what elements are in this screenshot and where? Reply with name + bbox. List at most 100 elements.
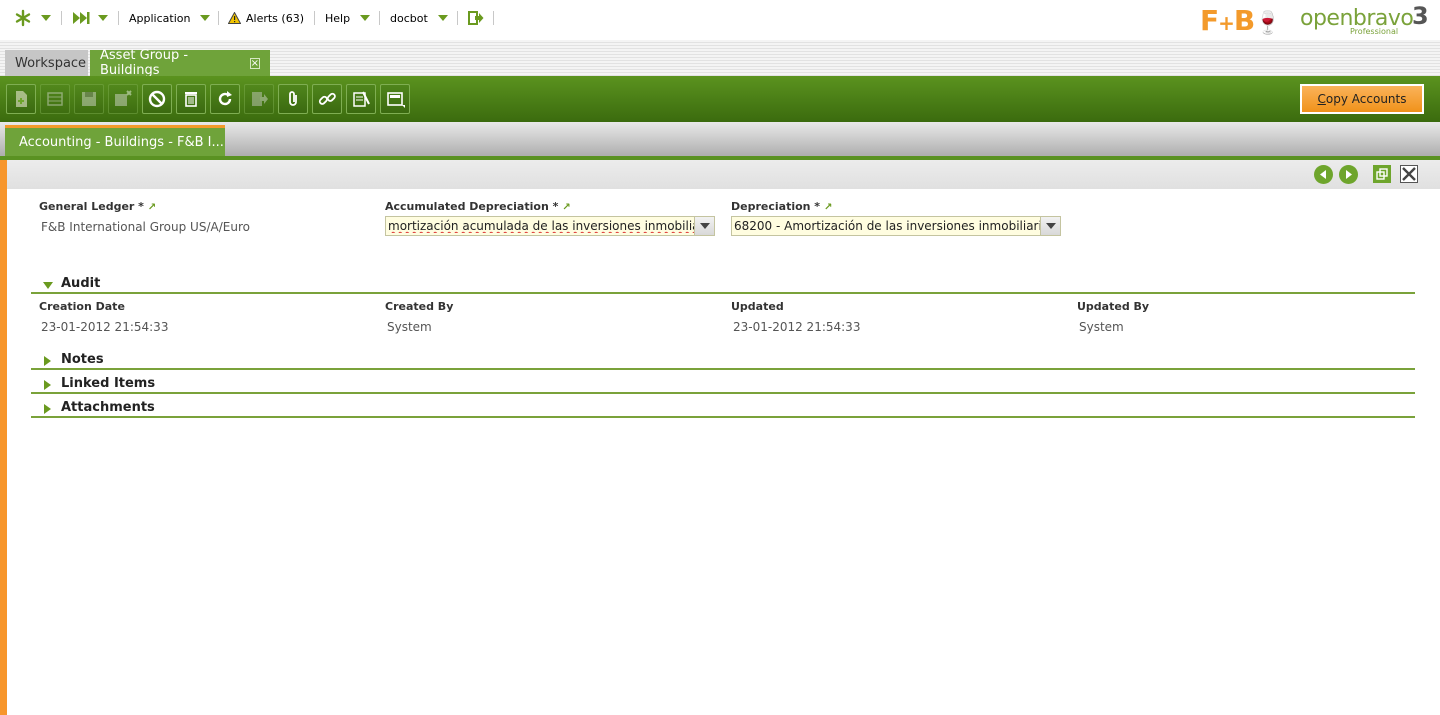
linked-items-section-header[interactable]: Linked Items <box>31 370 1415 394</box>
linked-items-section-title: Linked Items <box>61 376 156 391</box>
refresh-icon <box>218 91 232 106</box>
save-close-icon <box>115 90 132 106</box>
accumulated-depreciation-combo[interactable]: mortización acumulada de las inversiones… <box>385 216 715 236</box>
expanded-triangle-icon <box>43 282 53 289</box>
attachments-section-header[interactable]: Attachments <box>31 394 1415 418</box>
dropdown-button[interactable] <box>1040 217 1060 235</box>
audit-section-title: Audit <box>61 276 101 291</box>
attachments-section-title: Attachments <box>61 400 155 415</box>
updated-by-value: System <box>1079 320 1124 334</box>
depreciation-label: Depreciation * ↗ <box>731 200 832 213</box>
arrow-right-icon <box>1346 170 1352 179</box>
new-icon <box>16 91 27 107</box>
grid-view-button[interactable] <box>40 84 70 114</box>
maximize-icon <box>1376 168 1388 180</box>
chevron-down-icon <box>699 223 710 229</box>
link-arrow-icon[interactable]: ↗ <box>562 202 570 213</box>
close-form-button[interactable] <box>1400 165 1418 183</box>
new-record-button[interactable] <box>6 84 36 114</box>
quick-launch-icon[interactable] <box>14 0 32 36</box>
delete-icon <box>185 92 197 107</box>
refresh-button[interactable] <box>210 84 240 114</box>
link-icon <box>318 92 336 105</box>
collapsed-triangle-icon <box>44 380 51 390</box>
save-icon <box>82 92 96 106</box>
divider <box>457 11 458 25</box>
audit-section-header[interactable]: Audit <box>31 270 1415 294</box>
arrow-left-icon <box>1320 170 1326 179</box>
help-menu-label: Help <box>325 11 351 25</box>
close-icon[interactable]: × <box>249 57 260 69</box>
tab-accounting-buildings[interactable]: Accounting - Buildings - F&B I... <box>5 125 225 156</box>
tab-workspace-label: Workspace <box>15 55 87 71</box>
previous-record-button[interactable] <box>1314 165 1333 184</box>
warning-icon <box>228 12 241 24</box>
divider <box>493 11 494 25</box>
form-status-bar <box>7 160 1440 189</box>
alerts-label: Alerts (63) <box>246 11 304 25</box>
divider <box>61 11 62 25</box>
updated-value: 23-01-2012 21:54:33 <box>733 320 861 334</box>
undo-button[interactable] <box>142 84 172 114</box>
link-button[interactable] <box>312 84 342 114</box>
tab-workspace[interactable]: Workspace <box>5 50 88 76</box>
audit-icon <box>353 91 370 107</box>
depreciation-combo[interactable]: 68200 - Amortización de las inversiones … <box>731 216 1061 236</box>
quick-launch-dropdown[interactable] <box>41 0 51 36</box>
created-by-label: Created By <box>385 300 454 313</box>
next-record-button[interactable] <box>1339 165 1358 184</box>
help-menu[interactable]: Help <box>325 0 371 36</box>
logout-icon[interactable] <box>468 0 484 36</box>
dropdown-button[interactable] <box>694 217 714 235</box>
link-arrow-icon[interactable]: ↗ <box>824 202 832 213</box>
view-icon <box>387 92 405 108</box>
maximize-button[interactable] <box>1373 165 1391 183</box>
notes-section-title: Notes <box>61 352 104 367</box>
accumulated-depreciation-label: Accumulated Depreciation * ↗ <box>385 200 571 213</box>
accumulated-depreciation-label-text: Accumulated Depreciation * <box>385 200 559 213</box>
notes-section-header[interactable]: Notes <box>31 346 1415 370</box>
client-logo: F+B🍷 <box>1200 4 1282 37</box>
main-tab-bar: Workspace Asset Group - Buildings × <box>0 40 1440 78</box>
divider <box>118 11 119 25</box>
application-menu[interactable]: Application <box>129 0 211 36</box>
accumulated-depreciation-input[interactable]: mortización acumulada de las inversiones… <box>386 219 694 233</box>
created-by-value: System <box>387 320 432 334</box>
chevron-down-icon <box>360 15 371 21</box>
tab-accounting-label: Accounting - Buildings - F&B I... <box>19 134 224 150</box>
sub-tab-bar: Accounting - Buildings - F&B I... <box>0 122 1440 160</box>
toolbar: Copy Accounts <box>0 76 1440 122</box>
delete-button[interactable] <box>176 84 206 114</box>
recent-views-icon[interactable] <box>72 0 90 36</box>
openbravo-logo: openbravo Professional 3 <box>1300 2 1429 36</box>
collapsed-triangle-icon <box>44 356 51 366</box>
tab-asset-group-buildings[interactable]: Asset Group - Buildings × <box>90 48 270 78</box>
alerts-link[interactable]: Alerts (63) <box>228 0 304 36</box>
general-ledger-value: F&B International Group US/A/Euro <box>41 220 250 234</box>
audit-trail-button[interactable] <box>346 84 376 114</box>
updated-label: Updated <box>731 300 784 313</box>
save-close-button[interactable] <box>108 84 138 114</box>
chevron-down-icon <box>437 15 448 21</box>
link-arrow-icon[interactable]: ↗ <box>148 202 156 213</box>
recent-views-dropdown[interactable] <box>98 0 108 36</box>
save-button[interactable] <box>74 84 104 114</box>
copy-accounts-button[interactable]: Copy Accounts <box>1300 84 1424 114</box>
depreciation-input[interactable]: 68200 - Amortización de las inversiones … <box>732 219 1040 233</box>
application-menu-label: Application <box>129 11 191 25</box>
general-ledger-label-text: General Ledger * <box>39 200 144 213</box>
updated-by-label: Updated By <box>1077 300 1150 313</box>
top-navigation-bar: Application Alerts (63) Help docbot F+B🍷… <box>0 0 1440 40</box>
grid-icon <box>47 92 63 106</box>
export-icon <box>252 92 268 106</box>
collapsed-triangle-icon <box>44 404 51 414</box>
chevron-down-icon <box>1045 223 1056 229</box>
toggle-view-button[interactable] <box>380 84 410 114</box>
user-menu[interactable]: docbot <box>390 0 448 36</box>
close-icon <box>1400 165 1418 183</box>
chevron-down-icon <box>98 15 108 21</box>
export-button[interactable] <box>244 84 274 114</box>
attachment-button[interactable] <box>278 84 308 114</box>
copy-accounts-label: Copy Accounts <box>1317 92 1407 106</box>
undo-icon <box>148 90 166 108</box>
